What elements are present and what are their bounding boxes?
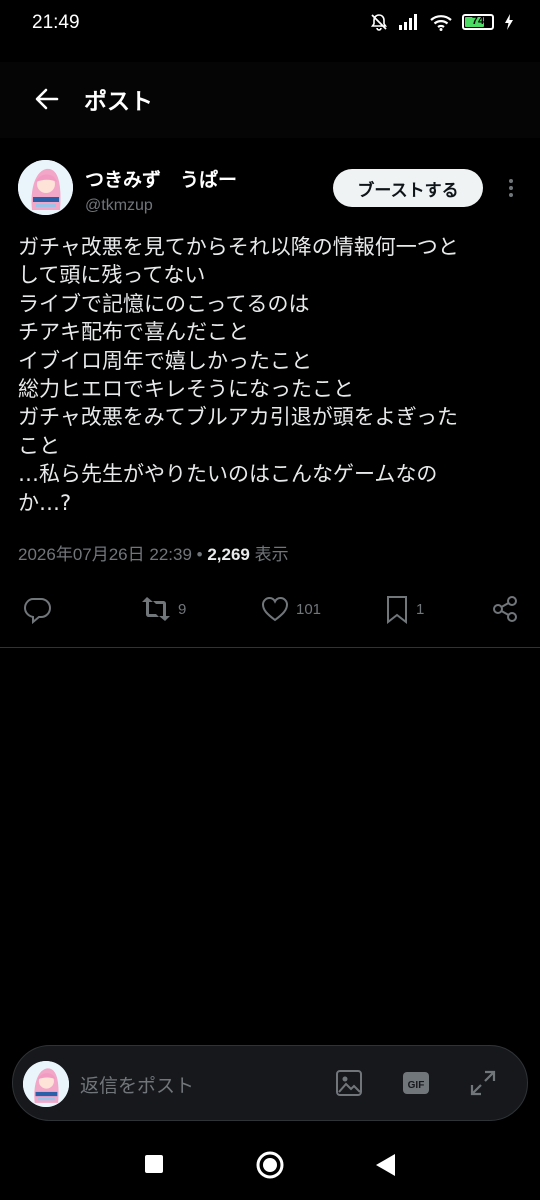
post-text-line: イブイロ周年で嬉しかったこと [18, 348, 312, 373]
bookmark-action[interactable]: 1 [384, 592, 424, 626]
battery-level: 74 [471, 15, 485, 27]
post-timestamp: 2026年07月26日 22:39 [18, 545, 192, 564]
like-action[interactable]: 101 [260, 592, 321, 626]
mute-bell-icon [370, 14, 388, 31]
back-button[interactable] [373, 1152, 397, 1178]
charging-icon [505, 14, 513, 30]
author-handle[interactable]: @tkmzup [85, 197, 153, 215]
repost-count: 9 [178, 600, 187, 618]
recent-apps-button[interactable] [143, 1153, 165, 1175]
wifi-icon [430, 14, 452, 31]
system-navigation-bar [0, 1130, 540, 1200]
post-text-line: …私ら先生がやりたいのはこんなゲームなの [18, 462, 438, 487]
author-avatar[interactable] [18, 160, 73, 215]
post-text-line: か…? [18, 490, 72, 515]
post-text-line: こと [18, 433, 60, 458]
post-text-line: ガチャ改悪を見てからそれ以降の情報何一つと [18, 235, 459, 259]
post-text-line: して頭に残ってない [18, 263, 206, 288]
svg-text:GIF: GIF [408, 1080, 425, 1091]
share-action[interactable] [490, 592, 520, 626]
signal-icon [399, 14, 417, 30]
reply-avatar [23, 1061, 69, 1107]
top-app-bar: ポスト [0, 62, 540, 138]
gif-icon[interactable]: GIF [401, 1068, 431, 1098]
post-text-line: チアキ配布で喜んだこと [18, 320, 249, 345]
bookmark-count: 1 [416, 600, 425, 618]
repost-action[interactable]: 9 [140, 592, 186, 626]
back-arrow-icon[interactable] [30, 82, 64, 116]
meta-separator: • [196, 545, 203, 564]
reply-icon[interactable] [22, 594, 52, 624]
status-time: 21:49 [32, 12, 80, 33]
avatar-image [18, 160, 73, 215]
page-title: ポスト [84, 89, 153, 115]
views-count[interactable]: 2,269 [207, 545, 250, 564]
like-count: 101 [296, 600, 322, 618]
like-icon[interactable] [260, 594, 290, 624]
home-button[interactable] [255, 1150, 285, 1180]
post-meta: 2026年07月26日 22:39 • 2,269 表示 [18, 540, 289, 565]
avatar-image [23, 1061, 69, 1107]
expand-icon[interactable] [468, 1068, 498, 1098]
battery-indicator: 74 [462, 14, 494, 30]
post-text-line: 総力ヒエロでキレそうになったこと [18, 377, 354, 402]
share-icon[interactable] [490, 594, 520, 624]
bookmark-icon[interactable] [384, 594, 410, 624]
status-icons: 74 [370, 13, 514, 31]
post-text: ガチャ改悪を見てからそれ以降の情報何一つと して頭に残ってない ライブで記憶にの… [18, 233, 524, 517]
divider [0, 647, 540, 648]
boost-button[interactable]: ブーストする [333, 169, 483, 207]
post-text-line: ライブで記憶にのこってるのは [18, 291, 310, 316]
status-bar: 21:49 74 [0, 0, 540, 48]
views-label: 表示 [254, 545, 289, 564]
more-vertical-icon[interactable] [500, 176, 522, 200]
image-icon[interactable] [334, 1068, 364, 1098]
reply-action[interactable] [22, 592, 58, 626]
author-display-name[interactable]: つきみず うぱー [85, 165, 237, 192]
repost-icon[interactable] [140, 594, 172, 624]
post-text-line: ガチャ改悪をみてブルアカ引退が頭をよぎった [18, 405, 458, 430]
reply-input-placeholder[interactable]: 返信をポスト [80, 1071, 194, 1098]
